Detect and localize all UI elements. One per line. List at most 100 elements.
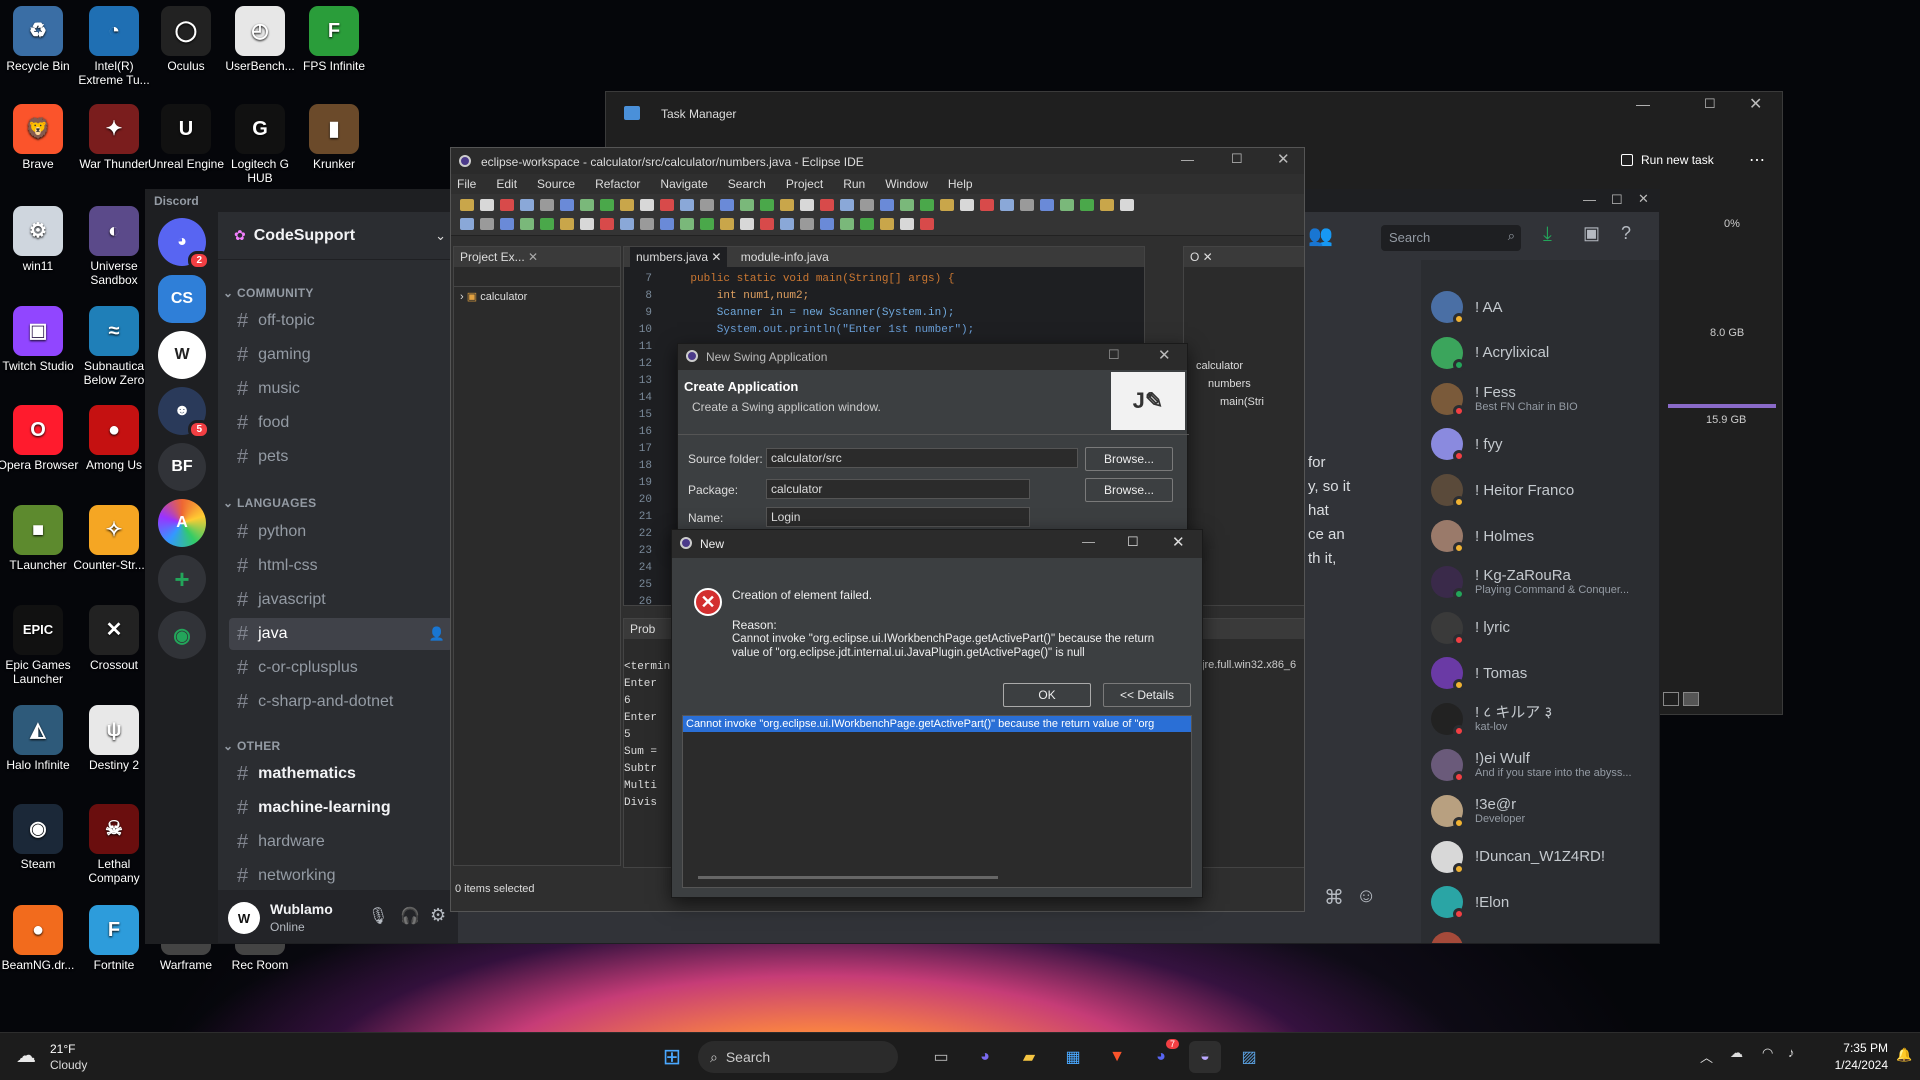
member-fess[interactable]: ! Fess Best FN Chair in BIO: [1431, 378, 1659, 420]
desktop-icon-subnautica-below-zero[interactable]: ≈ Subnautica Below Zero: [72, 306, 156, 387]
eclipse-minimize-button[interactable]: —: [1181, 152, 1194, 167]
show-hidden-icons[interactable]: ︿: [1700, 1047, 1713, 1066]
toolbar-button-icon[interactable]: [760, 218, 774, 230]
member-[interactable]: ! ८ キルア ३ kat-lov: [1431, 698, 1659, 740]
channel-food[interactable]: # food: [229, 407, 453, 439]
member-tomas[interactable]: ! Tomas: [1431, 652, 1659, 694]
menu-refactor[interactable]: Refactor: [595, 177, 640, 191]
toolbar-button-icon[interactable]: [1080, 199, 1094, 211]
more-options-icon[interactable]: ⋯: [1749, 150, 1765, 170]
menu-edit[interactable]: Edit: [496, 177, 517, 191]
toolbar-button-icon[interactable]: [700, 199, 714, 211]
error-maximize-button[interactable]: ☐: [1127, 534, 1139, 550]
toolbar-button-icon[interactable]: [900, 199, 914, 211]
desktop-icon-brave[interactable]: 🦁 Brave: [0, 104, 80, 171]
tree-item-calculator[interactable]: › ▣ calculator: [454, 287, 620, 306]
channel-hardware[interactable]: # hardware: [229, 826, 453, 858]
member-fyy[interactable]: ! fyy: [1431, 423, 1659, 465]
category-languages[interactable]: ⌄ LANGUAGES: [223, 496, 316, 510]
toolbar-button-icon[interactable]: [940, 199, 954, 211]
toolbar-button-icon[interactable]: [740, 199, 754, 211]
outline-item[interactable]: numbers: [1196, 375, 1264, 393]
toolbar-button-icon[interactable]: [840, 199, 854, 211]
toolbar-button-icon[interactable]: [660, 199, 674, 211]
minimize-button[interactable]: —: [1636, 96, 1650, 112]
toolbar-button-icon[interactable]: [560, 218, 574, 230]
desktop-icon-logitech-g-hub[interactable]: G Logitech G HUB: [218, 104, 302, 185]
toolbar-button-icon[interactable]: [640, 199, 654, 211]
server-w[interactable]: W: [158, 331, 206, 379]
toolbar-button-icon[interactable]: [780, 218, 794, 230]
toolbar-button-icon[interactable]: [480, 199, 494, 211]
server-header[interactable]: ✿ CodeSupport ⌄: [218, 212, 458, 260]
menu-project[interactable]: Project: [786, 177, 823, 191]
onedrive-icon[interactable]: ☁: [1730, 1045, 1743, 1061]
toolbar-button-icon[interactable]: [460, 218, 474, 230]
toolbar-button-icon[interactable]: [620, 199, 634, 211]
menu-window[interactable]: Window: [885, 177, 928, 191]
toolbar-button-icon[interactable]: [820, 199, 834, 211]
toolbar-button-icon[interactable]: [720, 218, 734, 230]
discord-minimize-button[interactable]: —: [1583, 192, 1596, 207]
toolbar-button-icon[interactable]: [640, 218, 654, 230]
add-member-icon[interactable]: 👤: [429, 626, 445, 642]
toolbar-button-icon[interactable]: [1020, 199, 1034, 211]
clock-date[interactable]: 1/24/2024: [1808, 1058, 1888, 1072]
desktop-icon-among-us[interactable]: ● Among Us: [72, 405, 156, 472]
toolbar-button-icon[interactable]: [700, 218, 714, 230]
desktop-icon-counter-str-2[interactable]: ✧ Counter-Str... 2: [72, 505, 156, 572]
channel-networking[interactable]: # networking: [229, 860, 453, 892]
channel-c-sharp-and-dotnet[interactable]: # c-sharp-and-dotnet: [229, 686, 453, 718]
member-kg-zaroura[interactable]: ! Kg-ZaRouRa Playing Command & Conquer...: [1431, 561, 1659, 603]
toolbar-button-icon[interactable]: [500, 218, 514, 230]
member-e-n[interactable]: !e!n: [1431, 927, 1659, 943]
desktop-icon-twitch-studio[interactable]: ▣ Twitch Studio: [0, 306, 80, 373]
clock-time[interactable]: 7:35 PM: [1808, 1041, 1888, 1055]
discord-maximize-button[interactable]: ☐: [1611, 192, 1623, 208]
toolbar-button-icon[interactable]: [820, 218, 834, 230]
desktop-icon-opera-browser[interactable]: O Opera Browser: [0, 405, 80, 472]
start-button[interactable]: ⊞: [656, 1041, 688, 1073]
error-dialog[interactable]: New — ☐ ✕ ✕ Creation of element failed. …: [671, 529, 1203, 898]
horizontal-scrollbar[interactable]: [698, 876, 998, 879]
source-folder-field[interactable]: calculator/src: [766, 448, 1078, 468]
desktop-icon-epic-games-launcher[interactable]: EPIC Epic Games Launcher: [0, 605, 80, 686]
toolbar-button-icon[interactable]: [860, 218, 874, 230]
category-community[interactable]: ⌄ COMMUNITY: [223, 286, 314, 300]
desktop-icon-universe-sandbox[interactable]: ◐ Universe Sandbox: [72, 206, 156, 287]
weather-icon[interactable]: ☁: [16, 1043, 36, 1068]
channel-python[interactable]: # python: [229, 516, 453, 548]
toolbar-button-icon[interactable]: [800, 199, 814, 211]
toolbar-button-icon[interactable]: [880, 218, 894, 230]
desktop-icon-lethal-company[interactable]: ☠ Lethal Company: [72, 804, 156, 885]
volume-icon[interactable]: ♪: [1788, 1045, 1795, 1060]
member-elon[interactable]: !Elon: [1431, 881, 1659, 923]
tab-outline[interactable]: O ✕: [1184, 247, 1304, 267]
eclipse-taskbar-icon[interactable]: ◒: [1189, 1041, 1221, 1073]
toolbar-button-icon[interactable]: [960, 199, 974, 211]
swing-maximize-button[interactable]: ☐: [1108, 347, 1120, 363]
category-other[interactable]: ⌄ OTHER: [223, 739, 281, 753]
emoji-icon[interactable]: ☺: [1356, 885, 1376, 908]
toolbar-button-icon[interactable]: [1040, 199, 1054, 211]
toolbar-button-icon[interactable]: [740, 218, 754, 230]
desktop-icon-crossout[interactable]: ✕ Crossout: [72, 605, 156, 672]
toolbar-button-icon[interactable]: [600, 199, 614, 211]
toolbar-button-icon[interactable]: [680, 218, 694, 230]
toolbar-button-icon[interactable]: [540, 218, 554, 230]
menu-source[interactable]: Source: [537, 177, 575, 191]
headphones-icon[interactable]: 🎧: [400, 906, 420, 926]
desktop-icon-userbench[interactable]: ◴ UserBench...: [218, 6, 302, 73]
desktop-icon-tlauncher[interactable]: ■ TLauncher: [0, 505, 80, 572]
help-icon[interactable]: ?: [1621, 223, 1631, 244]
explore-servers-icon[interactable]: ◉: [158, 611, 206, 659]
toolbar-button-icon[interactable]: [680, 199, 694, 211]
desktop-icon-halo-infinite[interactable]: ◭ Halo Infinite: [0, 705, 80, 772]
toolbar-button-icon[interactable]: [720, 199, 734, 211]
discord-close-button[interactable]: ✕: [1638, 191, 1649, 207]
toolbar-button-icon[interactable]: [980, 199, 994, 211]
close-icon[interactable]: ✕: [528, 250, 538, 264]
search-input[interactable]: Search ⌕: [1381, 225, 1521, 251]
toolbar-button-icon[interactable]: [600, 218, 614, 230]
browse-source-button[interactable]: Browse...: [1085, 447, 1173, 471]
